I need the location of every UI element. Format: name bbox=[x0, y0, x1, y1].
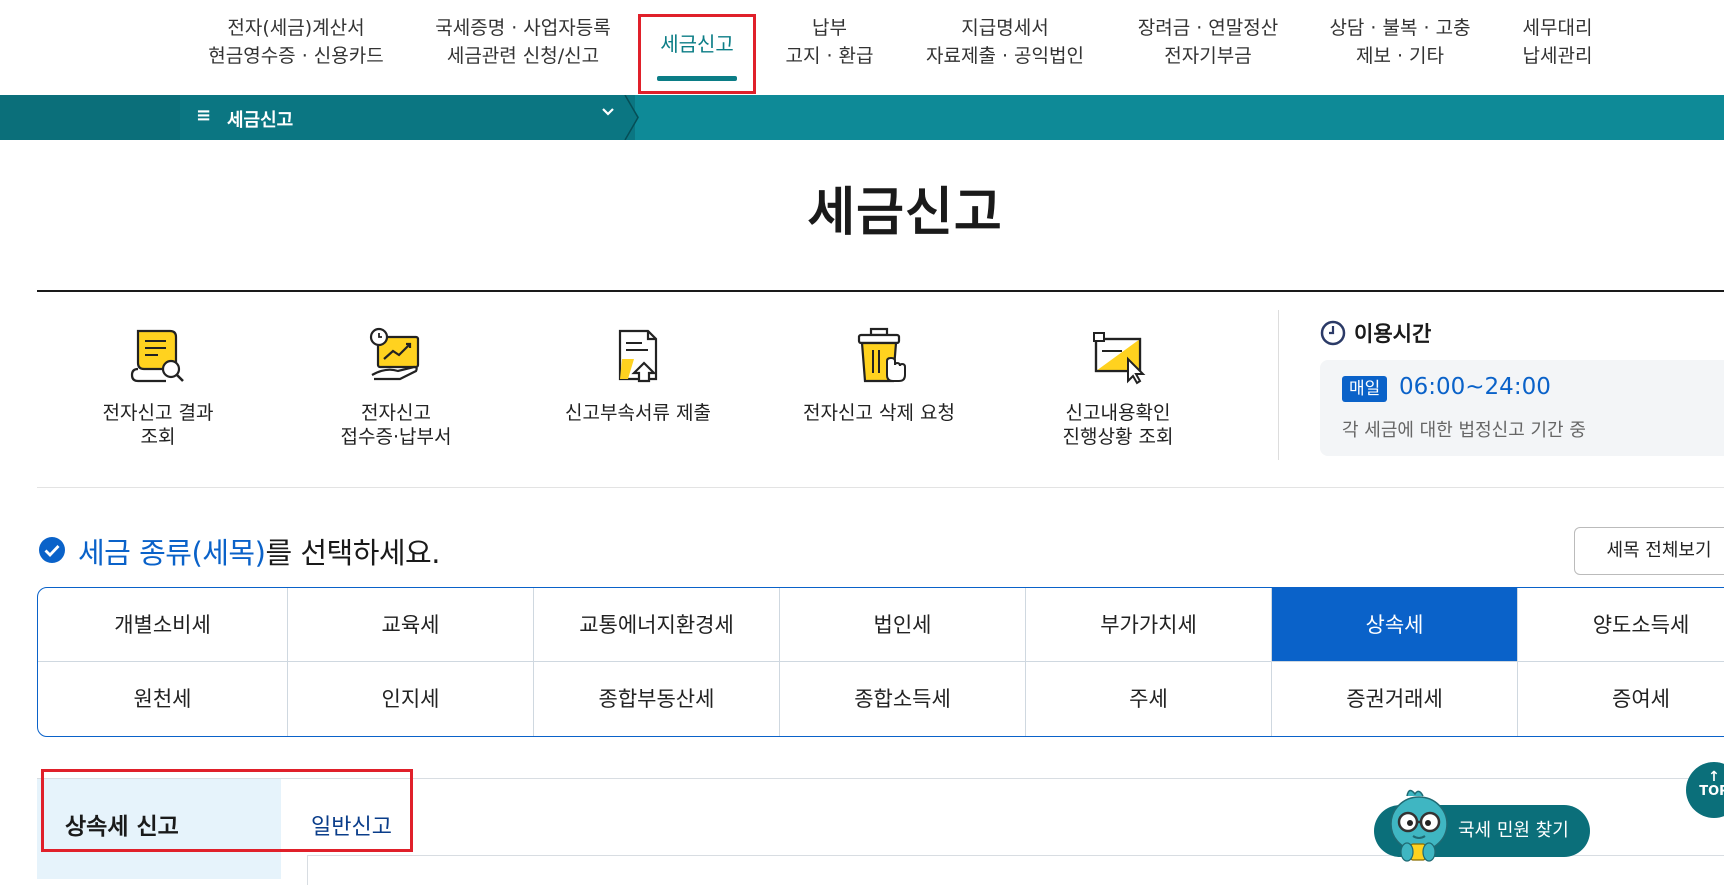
document-search-icon bbox=[130, 329, 184, 383]
quick-link-label-line1: 전자신고 결과 bbox=[102, 402, 214, 424]
tax-select-heading-highlight: 세금 종류(세목) bbox=[78, 536, 266, 570]
arrow-up-icon: ↑ bbox=[1708, 769, 1720, 785]
tax-type-withholding[interactable]: 원천세 bbox=[38, 662, 288, 736]
tax-type-liquor[interactable]: 주세 bbox=[1026, 662, 1272, 736]
tax-type-vat[interactable]: 부가가치세 bbox=[1026, 588, 1272, 662]
quick-link-label-line2: 조회 bbox=[140, 426, 176, 448]
nav-item-tax-agent[interactable]: 세무대리 납세관리 bbox=[1505, 14, 1610, 70]
nav-item-line2: 고지 · 환급 bbox=[785, 45, 874, 67]
nav-item-line1: 세무대리 bbox=[1522, 17, 1593, 39]
tax-select-heading: 세금 종류(세목)를 선택하세요. bbox=[78, 530, 440, 572]
nav-item-consulting[interactable]: 상담 · 불복 · 고충 제보 · 기타 bbox=[1310, 14, 1490, 70]
page-title: 세금신고 bbox=[807, 183, 1003, 243]
tax-type-comprehensive-real-estate[interactable]: 종합부동산세 bbox=[534, 662, 780, 736]
tab-vertical-divider bbox=[307, 855, 308, 885]
quick-link-delete-request[interactable]: 전자신고 삭제 요청 bbox=[779, 325, 979, 425]
tax-type-transport-energy[interactable]: 교통에너지환경세 bbox=[534, 588, 780, 662]
nav-item-e-invoice[interactable]: 전자(세금)계산서 현금영수증 · 신용카드 bbox=[206, 14, 386, 70]
top-navigation: 전자(세금)계산서 현금영수증 · 신용카드 국세증명 · 사업자등록 세금관련… bbox=[0, 0, 1724, 95]
service-hours-time: 06:00~24:00 bbox=[1399, 374, 1551, 400]
nav-item-line1: 국세증명 · 사업자등록 bbox=[435, 17, 611, 39]
quick-link-label-line2: 진행상황 조회 bbox=[1062, 426, 1174, 448]
daily-badge: 매일 bbox=[1342, 376, 1388, 402]
mascot-icon bbox=[1390, 789, 1448, 862]
quick-link-label-line1: 전자신고 bbox=[361, 402, 431, 424]
nav-item-line2: 전자기부금 bbox=[1164, 45, 1252, 67]
quick-link-label-line2: 접수증·납부서 bbox=[340, 426, 452, 448]
menu-icon: ≡ bbox=[196, 105, 212, 126]
nav-item-payment-statements[interactable]: 지급명세서 자료제출 · 공익법인 bbox=[915, 14, 1095, 70]
highlight-box-filing-type bbox=[41, 769, 413, 852]
chart-hand-icon bbox=[369, 327, 420, 381]
tax-type-corporate[interactable]: 법인세 bbox=[780, 588, 1026, 662]
quick-link-attachment-submit[interactable]: 신고부속서류 제출 bbox=[538, 325, 738, 425]
tax-type-capital-gains[interactable]: 양도소득세 bbox=[1518, 588, 1724, 662]
nav-item-line2: 제보 · 기타 bbox=[1355, 45, 1445, 67]
top-button-label: TOP bbox=[1699, 784, 1724, 799]
section-divider bbox=[37, 487, 1724, 488]
service-hours-title: 이용시간 bbox=[1354, 322, 1432, 346]
view-all-tax-types-button[interactable]: 세목 전체보기 bbox=[1574, 527, 1724, 575]
nav-item-line2: 현금영수증 · 신용카드 bbox=[208, 45, 384, 67]
title-divider bbox=[37, 290, 1724, 292]
chevron-down-icon bbox=[600, 103, 616, 124]
nav-item-line1: 상담 · 불복 · 고충 bbox=[1329, 17, 1471, 39]
nav-item-line2: 납세관리 bbox=[1522, 45, 1593, 67]
tax-type-comprehensive-income[interactable]: 종합소득세 bbox=[780, 662, 1026, 736]
trash-click-icon bbox=[857, 327, 906, 383]
nav-item-certificates[interactable]: 국세증명 · 사업자등록 세금관련 신청/신고 bbox=[433, 14, 613, 70]
quick-link-label-line1: 신고내용확인 bbox=[1065, 402, 1171, 424]
active-nav-underline bbox=[657, 76, 737, 81]
nav-item-line2: 자료제출 · 공익법인 bbox=[926, 45, 1084, 67]
breadcrumb-separator-icon bbox=[624, 95, 639, 140]
check-circle-icon bbox=[39, 537, 65, 563]
tax-type-securities-transaction[interactable]: 증권거래세 bbox=[1272, 662, 1518, 736]
document-upload-icon bbox=[618, 329, 658, 383]
breadcrumb-home-area bbox=[0, 95, 180, 140]
nav-item-line1: 지급명세서 bbox=[961, 17, 1049, 39]
nav-item-tax-filing[interactable]: 세금신고 bbox=[638, 28, 756, 57]
screen-cursor-icon bbox=[1093, 332, 1146, 385]
quick-link-label-line1: 신고부속서류 제출 bbox=[565, 402, 711, 424]
quick-link-review-status[interactable]: 신고내용확인 진행상황 조회 bbox=[1018, 325, 1218, 449]
nav-item-line1: 장려금 · 연말정산 bbox=[1137, 17, 1279, 39]
clock-icon bbox=[1320, 320, 1346, 346]
service-hours-box: 매일 06:00~24:00 각 세금에 대한 법정신고 기간 중 bbox=[1320, 360, 1724, 456]
tax-select-heading-rest: 를 선택하세요. bbox=[265, 536, 440, 570]
service-hours-note: 각 세금에 대한 법정신고 기간 중 bbox=[1342, 420, 1586, 441]
breadcrumb-bar: ≡ 세금신고 bbox=[0, 95, 1724, 140]
nav-item-incentives[interactable]: 장려금 · 연말정산 전자기부금 bbox=[1118, 14, 1298, 70]
tax-type-inheritance[interactable]: 상속세 bbox=[1272, 588, 1518, 662]
nav-item-payment[interactable]: 납부 고지 · 환급 bbox=[777, 14, 882, 70]
tax-type-education[interactable]: 교육세 bbox=[288, 588, 534, 662]
quick-link-label-line1: 전자신고 삭제 요청 bbox=[803, 402, 955, 424]
tax-type-gift[interactable]: 증여세 bbox=[1518, 662, 1724, 736]
breadcrumb-dropdown[interactable]: ≡ 세금신고 bbox=[180, 95, 635, 140]
nav-item-line1: 전자(세금)계산서 bbox=[227, 17, 365, 39]
nav-item-line1: 납부 bbox=[812, 17, 847, 39]
nav-item-line2: 세금관련 신청/신고 bbox=[446, 45, 600, 67]
vertical-divider bbox=[1278, 310, 1279, 460]
quick-link-efiling-result[interactable]: 전자신고 결과 조회 bbox=[58, 325, 258, 449]
quick-link-receipt-payment[interactable]: 전자신고 접수증·납부서 bbox=[296, 325, 496, 449]
tax-type-individual-consumption[interactable]: 개별소비세 bbox=[38, 588, 288, 662]
tax-type-stamp[interactable]: 인지세 bbox=[288, 662, 534, 736]
tax-type-grid: 개별소비세 교육세 교통에너지환경세 법인세 부가가치세 상속세 양도소득세 원… bbox=[37, 587, 1724, 737]
breadcrumb-label: 세금신고 bbox=[227, 110, 294, 131]
